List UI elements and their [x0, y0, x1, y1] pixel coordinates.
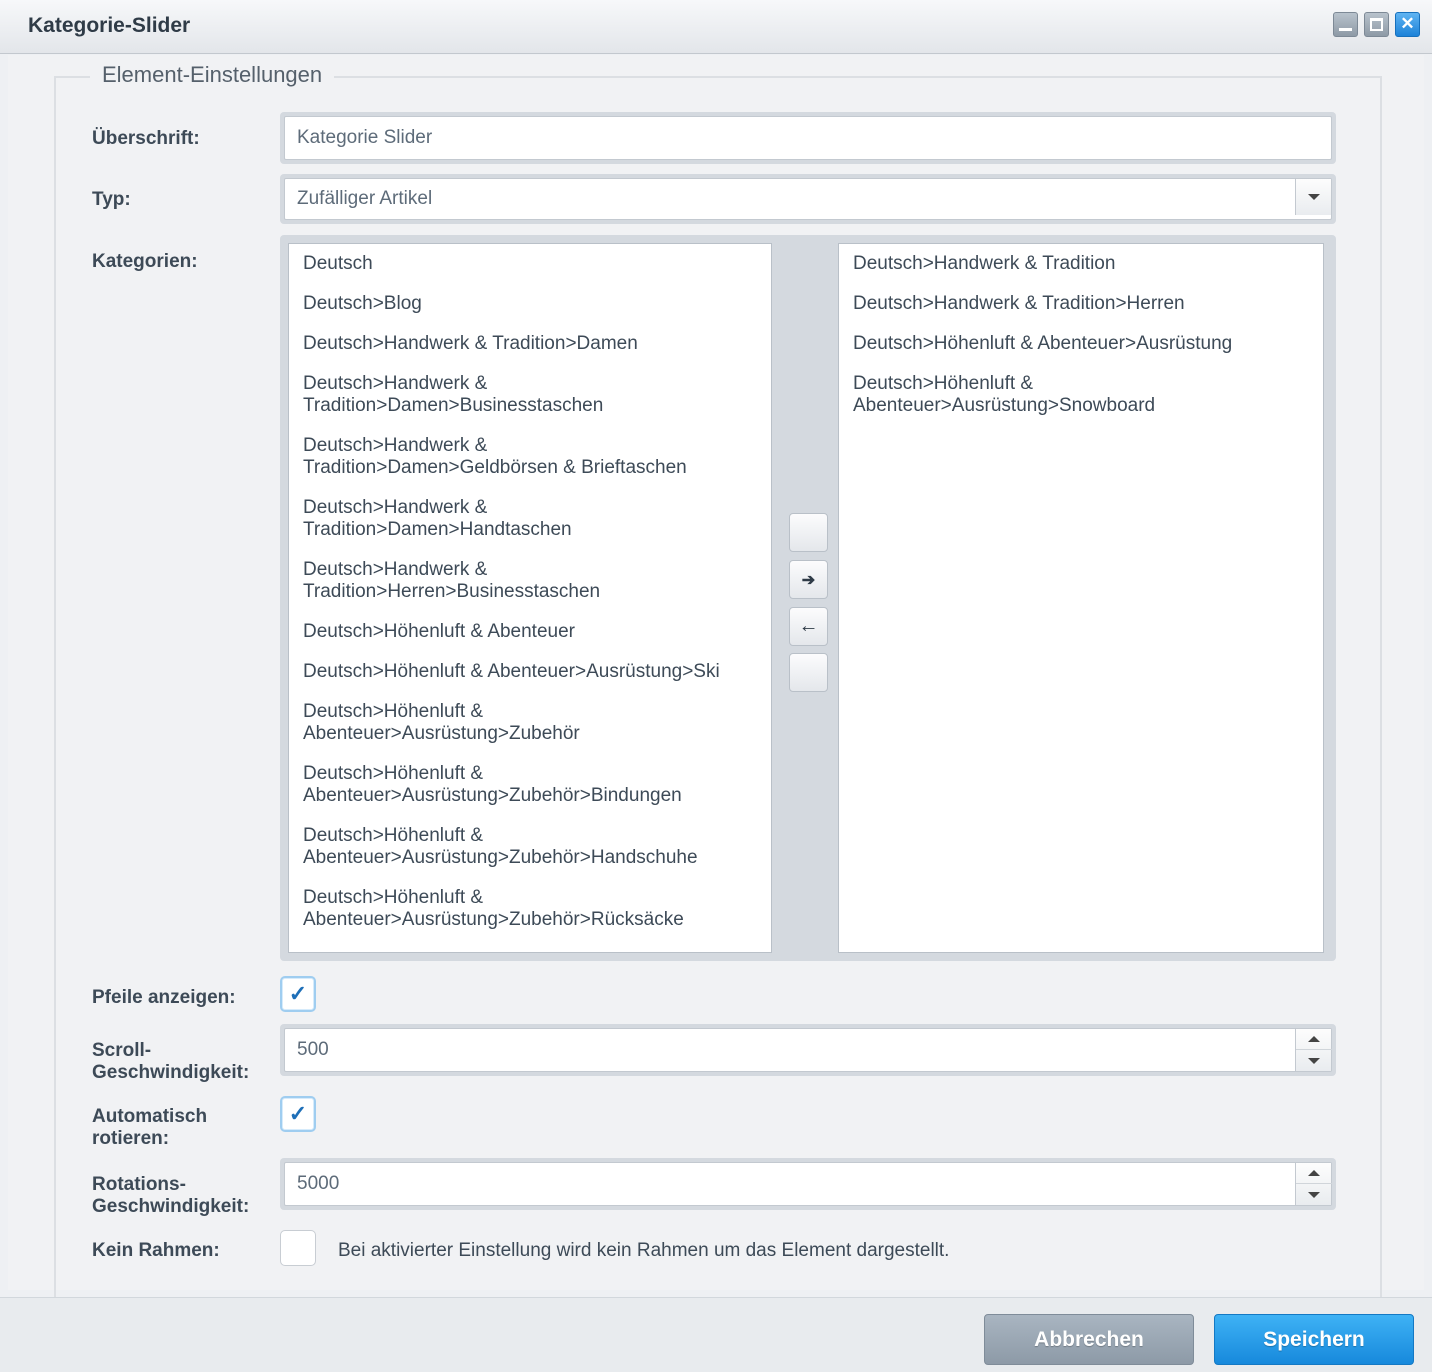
increment-button[interactable]: [1296, 1029, 1332, 1050]
category-list-item[interactable]: Deutsch>Höhenluft & Abenteuer>Ausrüstung>…: [289, 763, 771, 807]
type-select[interactable]: Zufälliger Artikel: [284, 178, 1332, 220]
category-list-item[interactable]: Deutsch>Handwerk & Tradition>Damen>Handta…: [289, 497, 771, 541]
checkmark-icon: ✓: [288, 981, 308, 1006]
increment-button[interactable]: [1296, 1163, 1332, 1184]
category-list-item[interactable]: Deutsch>Höhenluft & Abenteuer>Ausrüstung>…: [289, 887, 771, 931]
scroll-speed-spinner: [1295, 1029, 1332, 1071]
categories-label: Kategorien:: [92, 251, 198, 272]
rotation-speed-input[interactable]: 5000: [284, 1162, 1332, 1206]
move-all-right-button[interactable]: [789, 513, 828, 552]
category-list-item[interactable]: Deutsch>Höhenluft & Abenteuer>Ausrüstung>…: [289, 825, 771, 869]
decrement-button[interactable]: [1296, 1050, 1332, 1071]
no-border-hint: Bei aktivierter Einstellung wird kein Ra…: [338, 1240, 950, 1261]
minimize-icon: [1339, 28, 1352, 31]
cancel-button[interactable]: Abbrechen: [984, 1314, 1194, 1365]
category-list-item[interactable]: Deutsch>Handwerk & Tradition: [839, 253, 1323, 275]
category-list-item[interactable]: Deutsch>Handwerk & Tradition>Damen>Busine…: [289, 373, 771, 417]
no-border-checkbox[interactable]: [280, 1230, 316, 1266]
show-arrows-checkbox[interactable]: ✓: [280, 976, 316, 1012]
save-button[interactable]: Speichern: [1214, 1314, 1414, 1365]
heading-input[interactable]: Kategorie Slider: [284, 116, 1332, 160]
chevron-down-icon: [1308, 1191, 1320, 1198]
auto-rotate-label: Automatisch rotieren:: [92, 1106, 208, 1149]
window-title: Kategorie-Slider: [28, 14, 191, 37]
category-list-item[interactable]: Deutsch>Höhenluft & Abenteuer>Ausrüstung>…: [839, 373, 1323, 417]
move-all-left-button[interactable]: [789, 653, 828, 692]
available-categories-list[interactable]: Deutsch Deutsch>Blog Deutsch>Handwerk & Tr…: [288, 243, 772, 953]
heading-input-wrap: Kategorie Slider: [280, 112, 1336, 164]
rotation-speed-label: Rotations- Geschwindigkeit:: [92, 1174, 250, 1217]
category-list-item[interactable]: Deutsch>Blog: [289, 293, 771, 315]
checkmark-icon: ✓: [288, 1101, 308, 1126]
type-dropdown-button[interactable]: [1295, 179, 1331, 215]
type-select-wrap: Zufälliger Artikel: [280, 174, 1336, 224]
category-list-item[interactable]: Deutsch>Höhenluft & Abenteuer>Ausrüstung: [839, 333, 1323, 355]
type-label: Typ:: [92, 189, 131, 210]
fieldset-legend: Element-Einstellungen: [90, 62, 335, 88]
category-list-item[interactable]: Deutsch>Handwerk & Tradition>Herren: [839, 293, 1323, 315]
heading-label: Überschrift:: [92, 128, 200, 149]
minimize-button[interactable]: [1333, 12, 1358, 37]
maximize-button[interactable]: [1364, 12, 1389, 37]
category-list-item[interactable]: Deutsch>Handwerk & Tradition>Damen: [289, 333, 771, 355]
category-list-item[interactable]: Deutsch>Höhenluft & Abenteuer: [289, 621, 771, 643]
category-list-item[interactable]: Deutsch>Handwerk & Tradition>Herren>Busin…: [289, 559, 771, 603]
category-list-item[interactable]: Deutsch>Handwerk & Tradition>Damen>Geldbö…: [289, 435, 771, 479]
scroll-speed-input[interactable]: 500: [284, 1028, 1332, 1072]
window-titlebar: Kategorie-Slider ✕: [0, 0, 1432, 54]
move-left-button[interactable]: ←: [789, 607, 828, 646]
scroll-speed-input-wrap: 500: [280, 1024, 1336, 1076]
arrow-right-icon: ➔: [801, 571, 816, 589]
chevron-down-icon: [1307, 194, 1320, 200]
auto-rotate-checkbox[interactable]: ✓: [280, 1096, 316, 1132]
close-button[interactable]: ✕: [1395, 12, 1420, 37]
scroll-speed-label: Scroll- Geschwindigkeit:: [92, 1040, 250, 1083]
arrow-left-icon: ←: [798, 615, 819, 637]
decrement-button[interactable]: [1296, 1184, 1332, 1205]
maximize-icon: [1370, 18, 1383, 31]
chevron-down-icon: [1308, 1057, 1320, 1064]
close-icon: ✕: [1400, 14, 1415, 33]
chevron-up-icon: [1308, 1036, 1320, 1042]
category-list-item[interactable]: Deutsch>Höhenluft & Abenteuer>Ausrüstung…: [289, 661, 771, 683]
rotation-speed-spinner: [1295, 1163, 1332, 1205]
show-arrows-label: Pfeile anzeigen:: [92, 987, 236, 1008]
no-border-label: Kein Rahmen:: [92, 1240, 220, 1261]
chevron-up-icon: [1308, 1170, 1320, 1176]
rotation-speed-input-wrap: 5000: [280, 1158, 1336, 1210]
selected-categories-list[interactable]: Deutsch>Handwerk & Tradition Deutsch>Hand…: [838, 243, 1324, 953]
move-right-button[interactable]: ➔: [789, 560, 828, 599]
category-list-item[interactable]: Deutsch: [289, 253, 771, 275]
category-list-item[interactable]: Deutsch>Höhenluft & Abenteuer>Ausrüstung>…: [289, 701, 771, 745]
